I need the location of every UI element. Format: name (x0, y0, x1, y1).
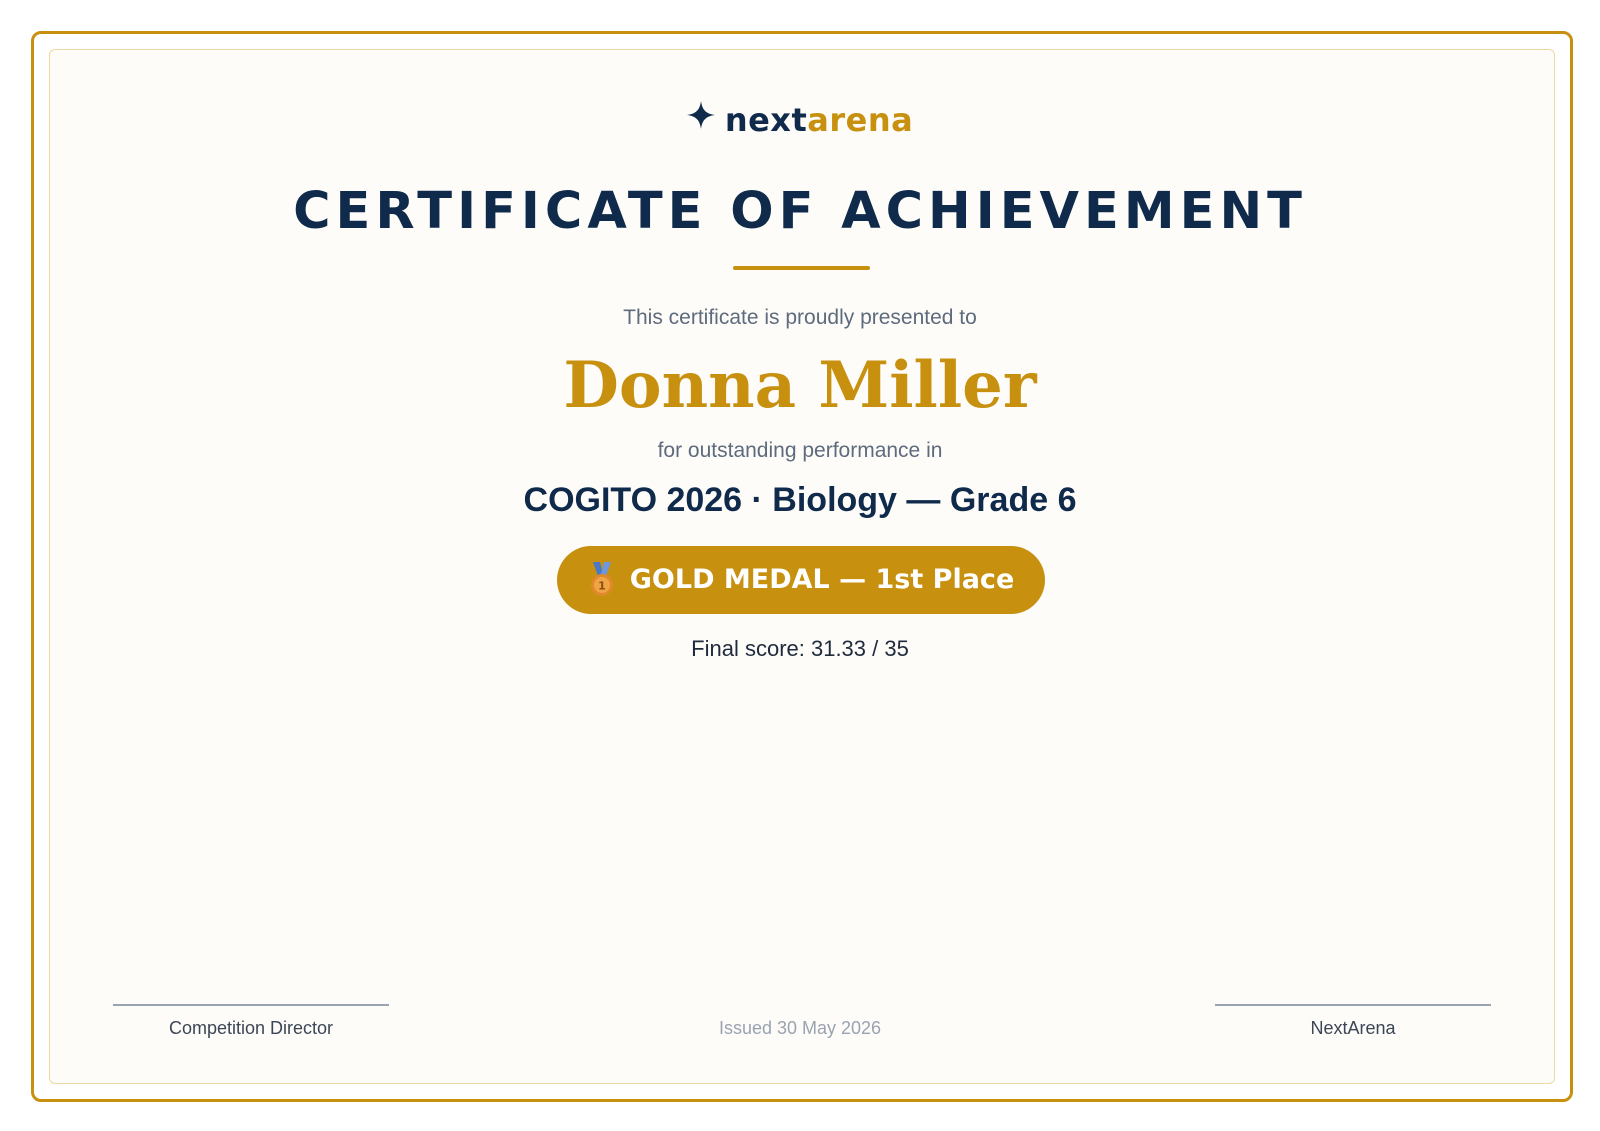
certificate-title: CERTIFICATE OF ACHIEVEMENT (293, 182, 1307, 241)
left-signature-line (113, 1004, 389, 1006)
award-label: GOLD MEDAL — 1st Place (629, 564, 1015, 595)
right-signature-line (1215, 1004, 1491, 1006)
event-name: COGITO 2026 · Biology — Grade 6 (523, 481, 1077, 519)
award-badge: 1 GOLD MEDAL — 1st Place (557, 546, 1045, 614)
performance-text: for outstanding performance in (657, 439, 943, 462)
medal-icon: 1 (590, 562, 613, 596)
right-signature-label: NextArena (1310, 1018, 1396, 1038)
recipient-name: Donna Miller (563, 348, 1037, 423)
svg-text:1: 1 (598, 580, 606, 593)
title-divider (733, 266, 870, 270)
brand-logo: nextarena (0, 98, 1600, 144)
certificate-page: nextarena CERTIFICATE OF ACHIEVEMENT Thi… (0, 0, 1600, 1131)
presented-text: This certificate is proudly presented to (623, 306, 977, 329)
four-point-star-icon (686, 96, 715, 140)
brand-name-primary: next (724, 101, 808, 139)
final-score: Final score: 31.33 / 35 (691, 636, 909, 661)
brand-name-accent: arena (807, 101, 914, 139)
